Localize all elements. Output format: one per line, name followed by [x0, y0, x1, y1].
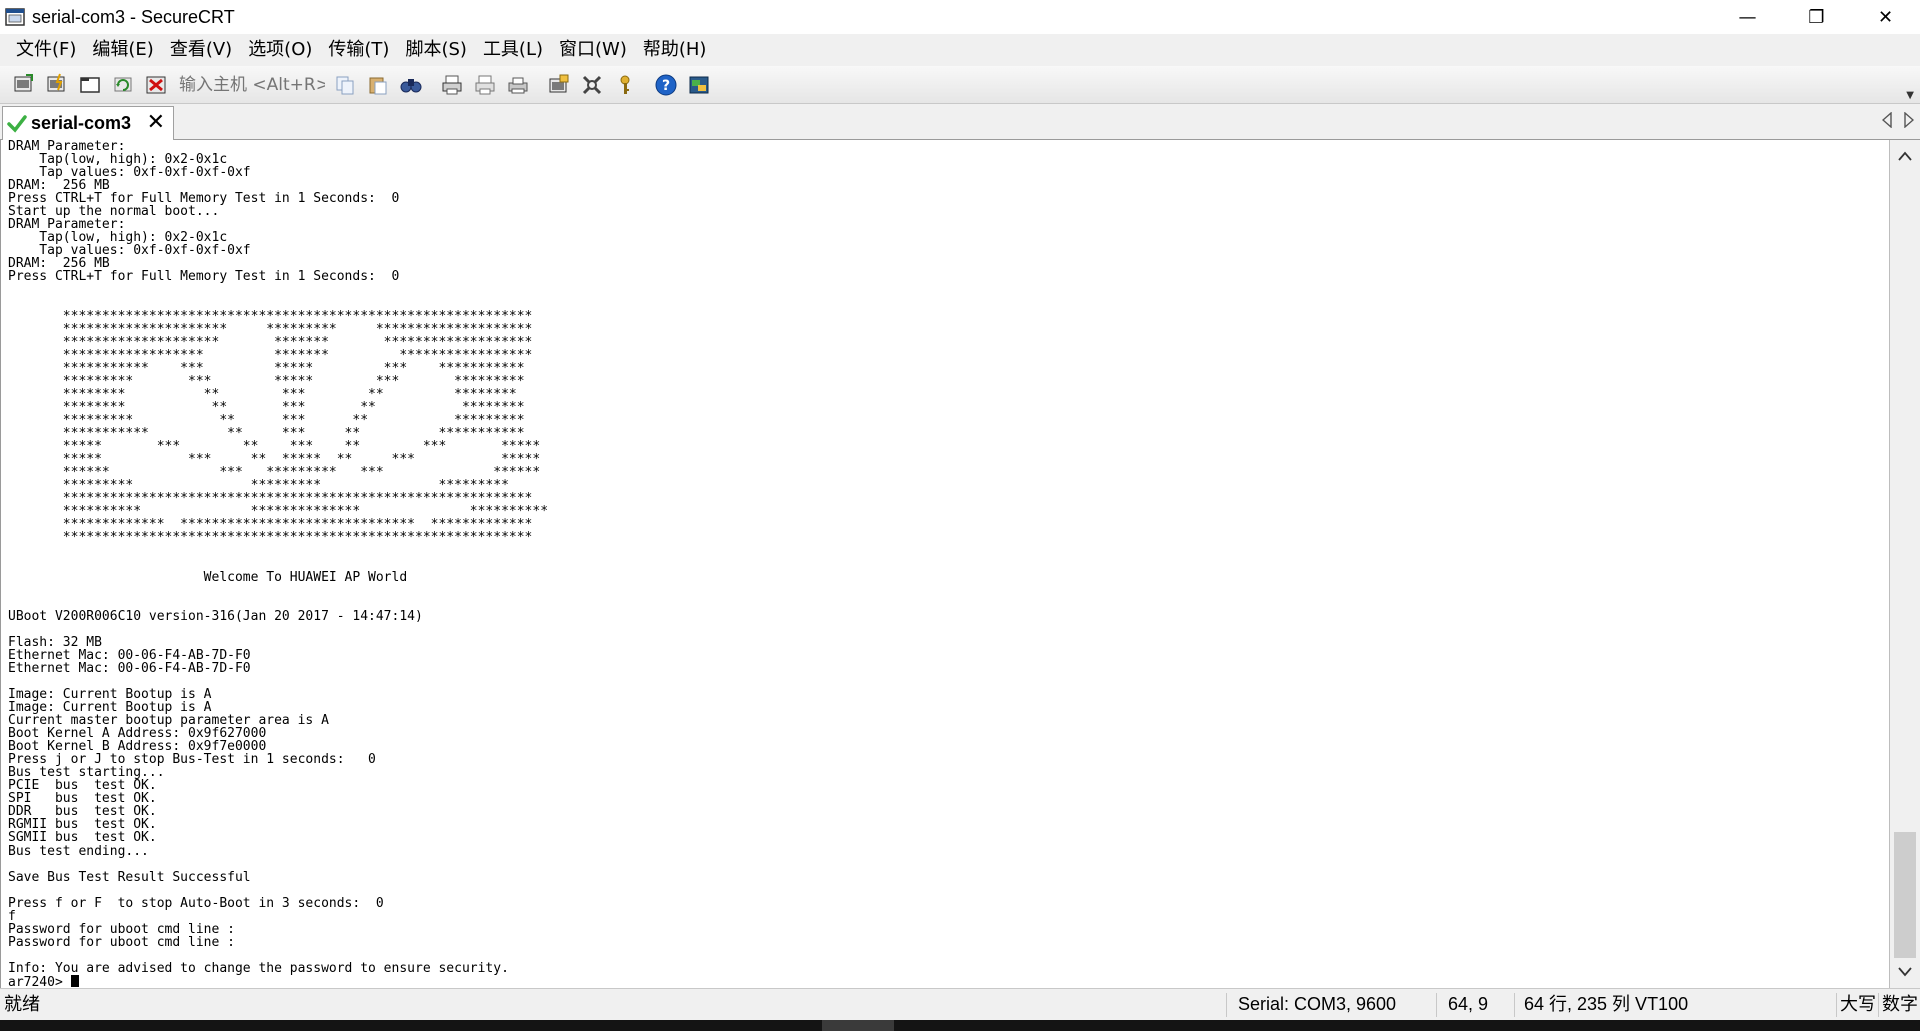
quick-connect-input[interactable] — [177, 70, 327, 99]
restore-button[interactable]: ❐ — [1782, 0, 1851, 34]
help-icon[interactable]: ? — [652, 71, 680, 99]
menu-options[interactable]: 选项(O) — [240, 35, 320, 65]
print-screen-icon[interactable] — [438, 71, 466, 99]
menu-view[interactable]: 查看(V) — [162, 35, 240, 65]
scroll-down-icon[interactable] — [1890, 960, 1920, 984]
tab-scroll-right-icon[interactable] — [1904, 112, 1914, 128]
disconnect-icon[interactable] — [142, 71, 170, 99]
status-ready: 就绪 — [4, 994, 40, 1014]
menu-edit[interactable]: 编辑(E) — [84, 35, 161, 65]
minimize-button[interactable]: — — [1713, 0, 1782, 34]
connect-in-tab-icon[interactable] — [76, 71, 104, 99]
menu-window[interactable]: 窗口(W) — [551, 35, 635, 65]
status-divider — [1226, 993, 1227, 1017]
menu-tools[interactable]: 工具(L) — [475, 35, 551, 65]
toolbar: ? ▼ — [0, 66, 1920, 104]
global-options-icon[interactable] — [578, 71, 606, 99]
paste-icon[interactable] — [364, 71, 392, 99]
tab-label: serial-com3 — [31, 113, 132, 133]
status-bar: 就绪 Serial: COM3, 9600 64, 9 64 行, 235 列 … — [0, 988, 1920, 1020]
terminal-output[interactable]: DRAM Parameter: Tap(low, high): 0x2-0x1c… — [0, 140, 1890, 988]
title-bar: serial-com3 - SecureCRT — ❐ ✕ — [0, 0, 1920, 34]
securecrt-window: serial-com3 - SecureCRT — ❐ ✕ 文件(F) 编辑(E… — [0, 0, 1920, 1031]
tab-serial-com3[interactable]: serial-com3 ✕ — [2, 106, 174, 140]
close-button[interactable]: ✕ — [1851, 0, 1920, 34]
status-divider — [1836, 993, 1837, 1017]
sftp-icon[interactable] — [685, 71, 713, 99]
connected-check-icon — [7, 114, 27, 133]
status-divider — [1514, 993, 1515, 1017]
quick-connect-icon[interactable] — [43, 71, 71, 99]
status-num-lock: 数字 — [1882, 994, 1918, 1014]
print-selection-icon[interactable] — [471, 71, 499, 99]
tab-scroll-left-icon[interactable] — [1882, 112, 1892, 128]
terminal-scrollbar[interactable] — [1890, 140, 1920, 988]
menu-bar: 文件(F) 编辑(E) 查看(V) 选项(O) 传输(T) 脚本(S) 工具(L… — [0, 34, 1920, 66]
print-icon[interactable] — [504, 71, 532, 99]
terminal-cursor — [70, 975, 79, 987]
connect-icon[interactable] — [10, 71, 38, 99]
securecrt-app-icon — [4, 6, 26, 28]
menu-help[interactable]: 帮助(H) — [635, 35, 715, 65]
keymap-icon[interactable] — [611, 71, 639, 99]
status-divider — [1878, 993, 1879, 1017]
window-title: serial-com3 - SecureCRT — [32, 6, 235, 27]
status-cursor-position: 64, 9 — [1448, 994, 1489, 1014]
tab-scroll-controls — [1882, 112, 1914, 128]
status-divider — [1436, 993, 1437, 1017]
status-connection: Serial: COM3, 9600 — [1238, 994, 1397, 1014]
session-tab-bar: serial-com3 ✕ — [0, 104, 1920, 140]
menu-transfer[interactable]: 传输(T) — [320, 35, 397, 65]
os-taskbar — [0, 1020, 1920, 1031]
scrollbar-thumb[interactable] — [1894, 832, 1916, 958]
status-dimensions: 64 行, 235 列 VT100 — [1524, 994, 1689, 1014]
menu-script[interactable]: 脚本(S) — [397, 35, 474, 65]
window-controls: — ❐ ✕ — [1713, 0, 1920, 34]
find-icon[interactable] — [397, 71, 425, 99]
terminal-prompt: ar7240> — [8, 975, 71, 988]
taskbar-active-item[interactable] — [822, 1020, 894, 1031]
svg-text:?: ? — [662, 78, 670, 94]
tab-close-icon[interactable]: ✕ — [147, 112, 165, 134]
toolbar-overflow-icon[interactable]: ▼ — [1906, 90, 1914, 101]
session-options-icon[interactable] — [545, 71, 573, 99]
status-caps-lock: 大写 — [1840, 994, 1876, 1014]
copy-icon[interactable] — [331, 71, 359, 99]
terminal-text: DRAM Parameter: Tap(low, high): 0x2-0x1c… — [8, 140, 549, 988]
menu-file[interactable]: 文件(F) — [8, 35, 84, 65]
reconnect-icon[interactable] — [109, 71, 137, 99]
scroll-up-icon[interactable] — [1890, 144, 1920, 168]
